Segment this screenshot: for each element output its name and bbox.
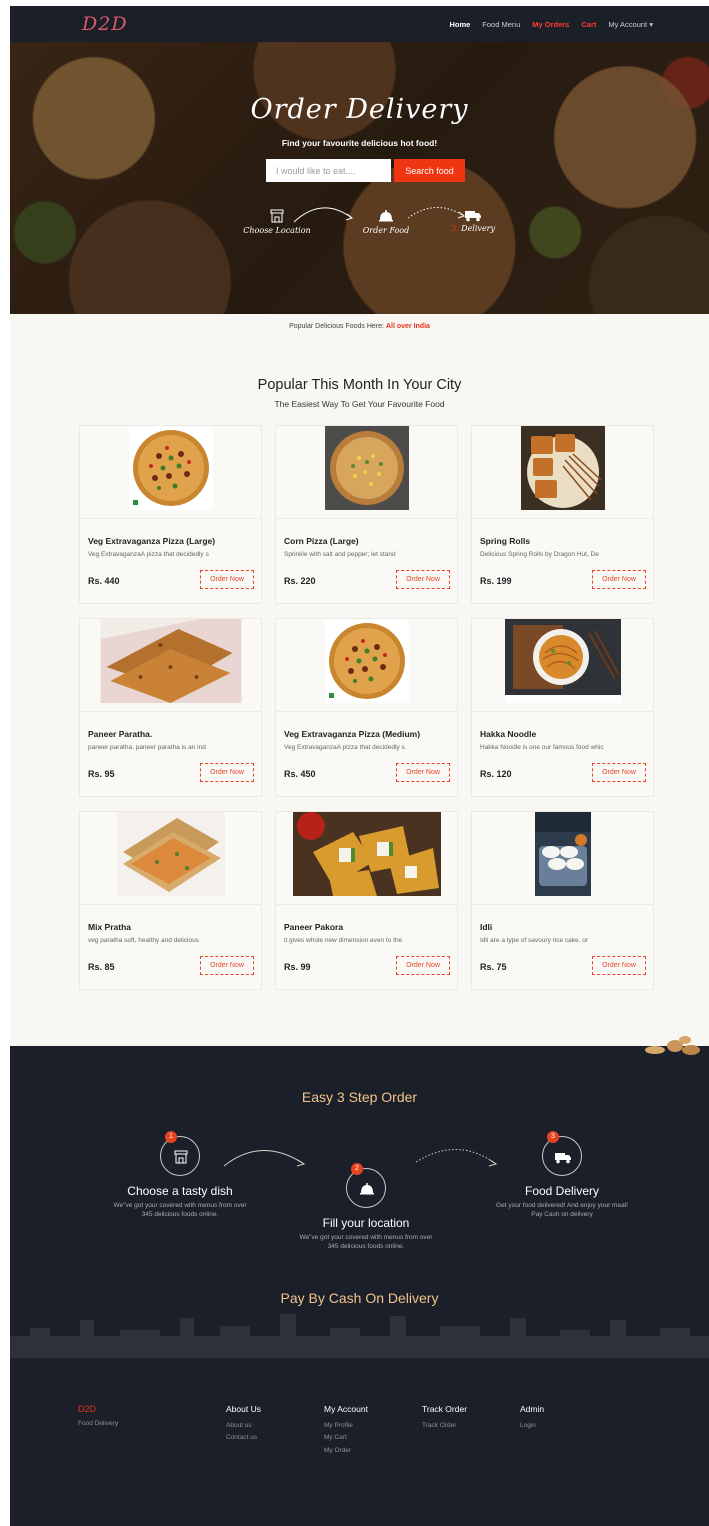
food-card[interactable]: Hakka Noodle Hakka Noodle is one our fam… — [471, 618, 654, 797]
food-image-paratha — [100, 619, 241, 703]
logo[interactable]: D2D — [82, 13, 128, 35]
truck-icon — [555, 1153, 571, 1164]
hero-subtitle: Find your favourite delicious hot food! — [281, 138, 438, 148]
page: D2D Home Food Menu My Orders Cart My Acc… — [10, 6, 709, 1526]
food-desc: Veg ExtravaganzaA pizza that decidedly s — [88, 551, 209, 558]
food-price: Rs. 85 — [88, 962, 115, 972]
food-card[interactable]: Veg Extravaganza Pizza (Medium) Veg Extr… — [275, 618, 458, 797]
search-food-button[interactable]: Search food — [394, 159, 465, 182]
footer-link-profile[interactable]: My Profile — [324, 1420, 368, 1432]
footer-col-track: Track Order Track Order — [422, 1401, 467, 1432]
food-name[interactable]: Hakka Noodle — [480, 729, 536, 739]
food-image-spring-rolls — [520, 426, 605, 510]
food-image-mix-pratha — [116, 812, 225, 896]
order-now-button[interactable]: Order Now — [200, 763, 254, 782]
steps-title: Easy 3 Step Order — [301, 1089, 418, 1105]
food-card[interactable]: Paneer Paratha. paneer paratha. paneer p… — [79, 618, 262, 797]
footer-link-contact[interactable]: Contact us — [226, 1432, 261, 1444]
food-image-noodles — [504, 619, 621, 703]
arrow-dotted-icon — [407, 207, 466, 219]
order-now-button[interactable]: Order Now — [200, 570, 254, 589]
order-now-button[interactable]: Order Now — [592, 763, 646, 782]
nav-cart[interactable]: Cart — [581, 20, 596, 29]
food-name[interactable]: Veg Extravaganza Pizza (Large) — [88, 536, 215, 546]
section-subtitle: The Easiest Way To Get Your Favourite Fo… — [274, 399, 445, 409]
popular-foods-line: Popular Delicious Foods Here: All over I… — [289, 323, 430, 330]
food-price: Rs. 440 — [88, 576, 120, 586]
food-price: Rs. 99 — [284, 962, 311, 972]
food-name[interactable]: Idli — [480, 922, 492, 932]
food-name[interactable]: Paneer Paratha. — [88, 729, 152, 739]
food-price: Rs. 95 — [88, 769, 115, 779]
footer-col-account: My Account My Profile My Cart My Order — [324, 1401, 368, 1457]
nav-links: Home Food Menu My Orders Cart My Account… — [449, 6, 653, 42]
food-desc: Delicious Spring Rolls by Dragon Hut, De — [480, 551, 599, 558]
food-desc: veg paratha soft, healthy and delicious — [88, 937, 199, 944]
footer-brand: D2D Food Delivery — [78, 1404, 119, 1428]
footer-link-order[interactable]: My Order — [324, 1445, 368, 1457]
order-now-button[interactable]: Order Now — [396, 570, 450, 589]
step-food-delivery: 3 Food Delivery Get your food delivered!… — [496, 1131, 628, 1219]
food-card[interactable]: Spring Rolls Delicious Spring Rolls by D… — [471, 425, 654, 604]
nav-my-orders[interactable]: My Orders — [532, 20, 569, 29]
food-desc: it gives whole new dimension even to the — [284, 937, 403, 944]
order-now-button[interactable]: Order Now — [396, 956, 450, 975]
food-price: Rs. 220 — [284, 576, 316, 586]
store-icon — [270, 209, 284, 223]
store-icon — [174, 1150, 188, 1164]
pay-cash-title: Pay By Cash On Delivery — [280, 1290, 439, 1306]
cloche-icon — [379, 210, 393, 222]
food-image-corn-pizza — [324, 426, 409, 510]
food-desc: Sprinkle with salt and pepper; let stand — [284, 551, 396, 558]
city-skyline-decoration — [10, 1314, 709, 1358]
hero-banner: Order Delivery Find your favourite delic… — [10, 42, 709, 314]
food-card[interactable]: Corn Pizza (Large) Sprinkle with salt an… — [275, 425, 458, 604]
food-name[interactable]: Paneer Pakora — [284, 922, 343, 932]
footer-link-cart[interactable]: My Cart — [324, 1432, 368, 1444]
food-image-pakora — [292, 812, 441, 896]
food-desc: Veg ExtravaganzaA pizza that decidedly s — [284, 744, 405, 751]
footer-link-login[interactable]: Login — [520, 1420, 544, 1432]
food-card[interactable]: Veg Extravaganza Pizza (Large) Veg Extra… — [79, 425, 262, 604]
order-now-button[interactable]: Order Now — [396, 763, 450, 782]
footer-col-about: About Us About us Contact us — [226, 1401, 261, 1445]
food-price: Rs. 450 — [284, 769, 316, 779]
footer-link-about[interactable]: About us — [226, 1420, 261, 1432]
food-price: Rs. 75 — [480, 962, 507, 972]
step-fill-location: 2 Fill your location We"ve got your cove… — [299, 1163, 433, 1251]
nav-food-menu[interactable]: Food Menu — [482, 20, 520, 29]
food-name[interactable]: Spring Rolls — [480, 536, 530, 546]
food-card[interactable]: Paneer Pakora it gives whole new dimensi… — [275, 811, 458, 990]
search-input[interactable] — [266, 159, 391, 182]
order-now-button[interactable]: Order Now — [200, 956, 254, 975]
food-price: Rs. 120 — [480, 769, 512, 779]
food-name[interactable]: Mix Pratha — [88, 922, 131, 932]
footer-link-track-order[interactable]: Track Order — [422, 1420, 467, 1432]
arrow-icon — [293, 207, 354, 223]
food-desc: Idli are a type of savoury rice cake, or — [480, 937, 589, 944]
food-desc: paneer paratha. paneer paratha is an ind — [88, 744, 206, 751]
section-title: Popular This Month In Your City — [257, 377, 462, 393]
navbar: D2D Home Food Menu My Orders Cart My Acc… — [10, 6, 709, 42]
food-desc: Hakka Noodle is one our famous food whic — [480, 744, 604, 751]
beans-decoration-icon — [645, 1036, 700, 1055]
food-image-pizza — [324, 619, 409, 703]
food-card[interactable]: Idli Idli are a type of savoury rice cak… — [471, 811, 654, 990]
food-name[interactable]: Veg Extravaganza Pizza (Medium) — [284, 729, 420, 739]
order-now-button[interactable]: Order Now — [592, 570, 646, 589]
nav-my-account[interactable]: My Account ▾ — [608, 20, 653, 29]
hero-title: Order Delivery — [250, 94, 469, 125]
food-image-pizza — [128, 426, 213, 510]
footer-col-admin: Admin Login — [520, 1401, 544, 1432]
cloche-icon — [360, 1183, 374, 1195]
nav-home[interactable]: Home — [449, 20, 470, 29]
food-image-idli — [534, 812, 591, 896]
food-price: Rs. 199 — [480, 576, 512, 586]
food-name[interactable]: Corn Pizza (Large) — [284, 536, 359, 546]
order-now-button[interactable]: Order Now — [592, 956, 646, 975]
food-card[interactable]: Mix Pratha veg paratha soft, healthy and… — [79, 811, 262, 990]
